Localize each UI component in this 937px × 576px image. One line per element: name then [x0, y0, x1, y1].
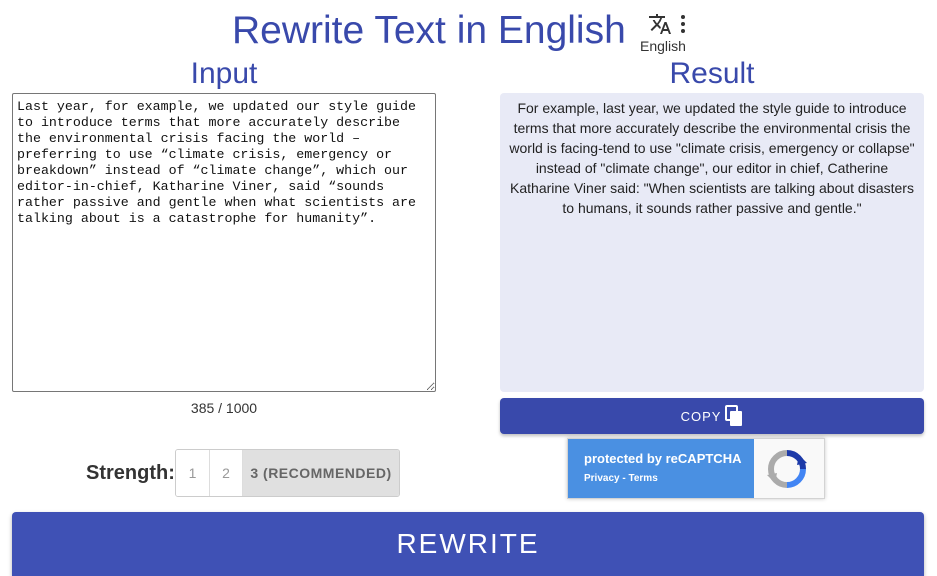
language-label: English: [640, 38, 686, 54]
result-output: For example, last year, we updated the s…: [500, 93, 924, 392]
language-selector[interactable]: English: [638, 10, 694, 56]
input-textarea[interactable]: Last year, for example, we updated our s…: [12, 93, 436, 392]
strength-label: Strength:: [86, 462, 175, 484]
recaptcha-panel: protected by reCAPTCHA Privacy - Terms: [568, 439, 754, 498]
input-heading: Input: [190, 57, 258, 90]
copy-icon: [725, 405, 743, 426]
recaptcha-title: protected by reCAPTCHA: [584, 451, 742, 466]
char-count: 385 / 1000: [190, 400, 258, 416]
result-heading: Result: [669, 57, 755, 90]
strength-option-1[interactable]: 1: [176, 450, 210, 496]
recaptcha-privacy-link[interactable]: Privacy: [584, 473, 620, 484]
recaptcha-badge[interactable]: protected by reCAPTCHA Privacy - Terms: [567, 438, 825, 499]
strength-selector: 1 2 3 (RECOMMENDED): [175, 449, 400, 497]
copy-label: COPY: [680, 408, 722, 424]
page-title: Rewrite Text in English: [232, 9, 626, 52]
strength-option-2[interactable]: 2: [210, 450, 243, 496]
recaptcha-links: Privacy - Terms: [584, 473, 658, 484]
copy-button[interactable]: COPY: [500, 398, 924, 434]
translate-icon[interactable]: [648, 12, 672, 36]
more-vert-icon[interactable]: [678, 14, 688, 34]
rewrite-button[interactable]: REWRITE: [12, 512, 924, 576]
strength-option-3[interactable]: 3 (RECOMMENDED): [243, 450, 399, 496]
recaptcha-logo-icon: [767, 450, 807, 488]
recaptcha-terms-link[interactable]: Terms: [628, 473, 657, 484]
